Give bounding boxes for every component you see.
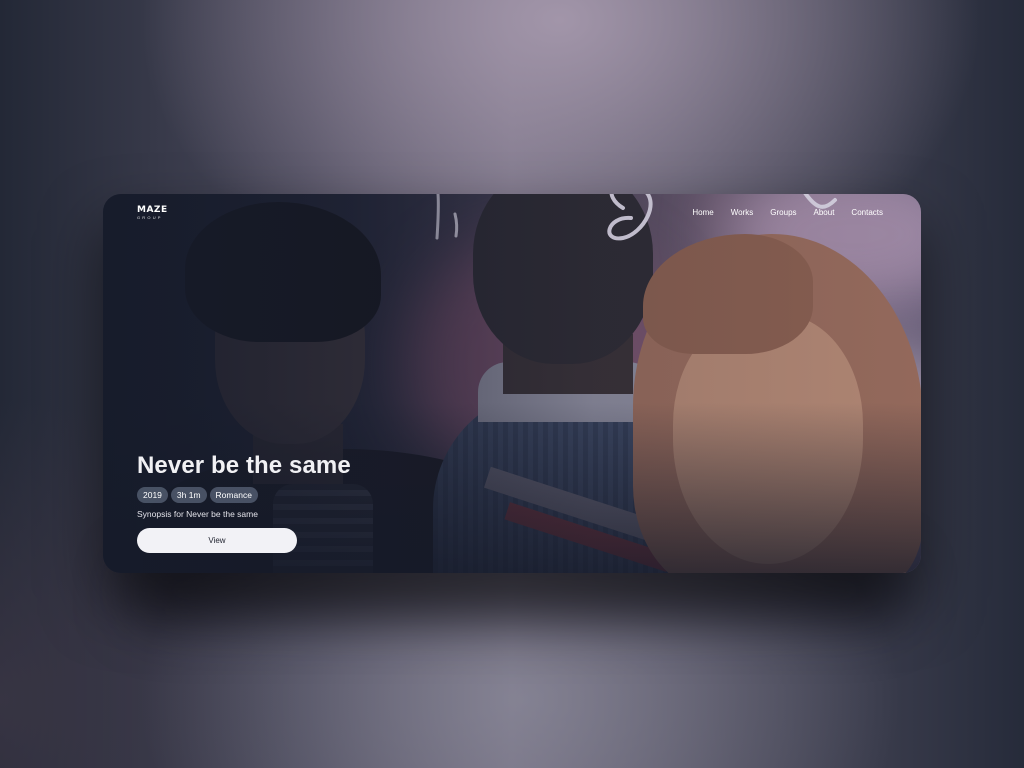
hero-info: Never be the same 2019 3h 1m Romance Syn… bbox=[137, 452, 351, 553]
movie-synopsis: Synopsis for Never be the same bbox=[137, 509, 258, 519]
tag-year: 2019 bbox=[137, 487, 168, 503]
tag-genre: Romance bbox=[209, 487, 258, 503]
brand-name: MAZE bbox=[137, 205, 168, 215]
view-button[interactable]: View bbox=[137, 528, 297, 553]
nav-item-contacts[interactable]: Contacts bbox=[851, 208, 883, 217]
movie-hero-card: MAZE GROUP Home Works Groups About Conta… bbox=[103, 194, 921, 573]
brand-subtitle: GROUP bbox=[137, 215, 163, 220]
tag-duration: 3h 1m bbox=[170, 487, 207, 503]
main-nav: Home Works Groups About Contacts bbox=[692, 208, 883, 217]
nav-item-about[interactable]: About bbox=[814, 208, 835, 217]
movie-tags: 2019 3h 1m Romance bbox=[137, 487, 351, 503]
nav-item-home[interactable]: Home bbox=[692, 208, 713, 217]
brand-logo[interactable]: MAZE GROUP bbox=[137, 205, 168, 221]
nav-item-works[interactable]: Works bbox=[731, 208, 754, 217]
nav-item-groups[interactable]: Groups bbox=[770, 208, 796, 217]
movie-title: Never be the same bbox=[137, 452, 351, 479]
